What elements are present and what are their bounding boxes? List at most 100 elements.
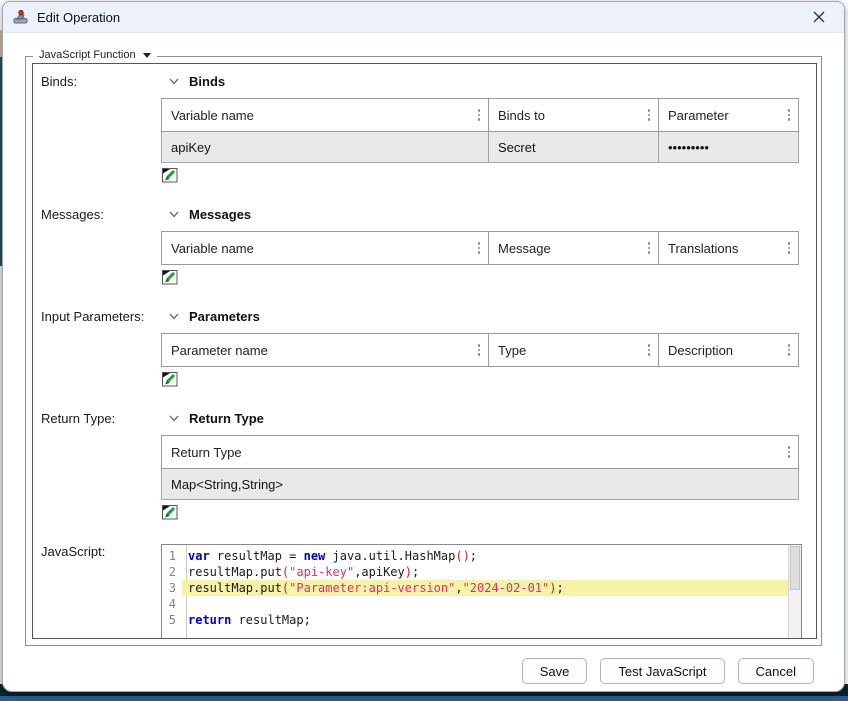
legend-label: JavaScript Function [39,49,136,61]
chevron-down-icon [169,415,179,422]
return-type-section-header[interactable]: Return Type [169,411,816,426]
section-javascript: JavaScript: 1var resultMap = new java.ut… [33,536,816,639]
javascript-function-groupbox: JavaScript Function Binds: Binds Variabl… [25,56,822,646]
table-cell[interactable]: ••••••••• [659,132,799,163]
edit-operation-dialog: Edit Operation JavaScript Function Binds… [2,1,845,692]
code-line[interactable]: 4 [162,596,788,612]
chevron-down-icon [169,78,179,85]
table-cell[interactable]: Secret [489,132,659,163]
column-menu-dots-icon[interactable] [474,342,485,358]
form-panel: Binds: Binds Variable name Binds to Parame… [32,63,817,639]
binds-field-label: Binds: [33,66,161,189]
close-icon [813,11,825,23]
column-header-label: Translations [668,241,738,256]
javascript-code-editor[interactable]: 1var resultMap = new java.util.HashMap()… [161,544,802,639]
column-menu-dots-icon[interactable] [784,107,795,123]
column-header-binds-to[interactable]: Binds to [489,99,659,132]
code-text: resultMap.put("Parameter:api-version","2… [182,580,788,596]
column-header-translations[interactable]: Translations [659,232,799,265]
parameters-section-title: Parameters [189,309,260,324]
background-bottom-blue-bar [0,696,848,701]
parameters-table: Parameter name Type Description [161,333,799,367]
column-header-label: Variable name [171,108,254,123]
binds-section-header[interactable]: Binds [169,74,816,89]
parameters-section-header[interactable]: Parameters [169,309,816,324]
code-line[interactable]: 3resultMap.put("Parameter:api-version","… [162,580,788,596]
edit-table-icon [161,504,179,521]
editor-scrollbar[interactable] [788,545,801,639]
dropdown-triangle-icon[interactable] [143,53,151,58]
table-cell[interactable]: Map<String,String> [162,469,799,500]
section-binds: Binds: Binds Variable name Binds to Parame… [33,66,816,189]
edit-table-icon [161,371,179,388]
line-number: 2 [162,564,182,580]
binds-edit-table-button[interactable] [161,167,179,184]
edit-table-icon [161,269,179,286]
section-parameters: Input Parameters: Parameters Parameter n… [33,301,816,393]
column-header-label: Parameter [668,108,729,123]
column-menu-dots-icon[interactable] [644,240,655,256]
code-text [182,596,788,612]
cancel-button[interactable]: Cancel [738,658,814,684]
code-line[interactable]: 5return resultMap; [162,612,788,628]
editor-scrollbar-thumb[interactable] [790,546,800,590]
return-type-edit-table-button[interactable] [161,504,179,521]
column-menu-dots-icon[interactable] [784,444,795,460]
column-header-parameter[interactable]: Parameter [659,99,799,132]
column-header-parameter-name[interactable]: Parameter name [162,334,489,367]
code-text: resultMap.put("api-key",apiKey); [182,564,788,580]
parameters-field-label: Input Parameters: [33,301,161,393]
messages-table: Variable name Message Translations [161,231,799,265]
chevron-down-icon [169,211,179,218]
chevron-down-icon [169,313,179,320]
edit-table-icon [161,167,179,184]
column-menu-dots-icon[interactable] [784,240,795,256]
save-button[interactable]: Save [522,658,588,684]
column-header-label: Variable name [171,241,254,256]
column-header-description[interactable]: Description [659,334,799,367]
return-type-table: Return Type Map<String,String> [161,435,799,500]
javascript-function-legend[interactable]: JavaScript Function [33,49,157,61]
section-return-type: Return Type: Return Type Return Type Map<… [33,403,816,526]
column-menu-dots-icon[interactable] [644,342,655,358]
messages-section-header[interactable]: Messages [169,207,816,222]
close-button[interactable] [804,5,834,29]
app-icon [13,9,29,25]
messages-edit-table-button[interactable] [161,269,179,286]
column-header-label: Description [668,343,733,358]
binds-table-row: apiKeySecret••••••••• [162,132,799,163]
column-header-type[interactable]: Type [489,334,659,367]
test-javascript-button[interactable]: Test JavaScript [600,658,724,684]
column-menu-dots-icon[interactable] [644,107,655,123]
column-header-label: Binds to [498,108,545,123]
binds-table: Variable name Binds to Parameter apiKeySecr… [161,98,799,163]
dialog-buttons: Save Test JavaScript Cancel [522,658,814,684]
code-text: var resultMap = new java.util.HashMap(); [182,548,788,564]
column-header-label: Return Type [171,445,242,460]
line-number: 4 [162,596,182,612]
column-menu-dots-icon[interactable] [474,107,485,123]
column-header-variable-name[interactable]: Variable name [162,232,489,265]
js-code-lines: 1var resultMap = new java.util.HashMap()… [162,545,801,628]
code-text: return resultMap; [182,612,788,628]
line-number: 5 [162,612,182,628]
table-cell[interactable]: apiKey [162,132,489,163]
column-menu-dots-icon[interactable] [784,342,795,358]
column-menu-dots-icon[interactable] [474,240,485,256]
section-messages: Messages: Messages Variable nameMessageT… [33,199,816,291]
javascript-field-label: JavaScript: [33,536,161,639]
code-line[interactable]: 1var resultMap = new java.util.HashMap()… [162,548,788,564]
column-header-label: Parameter name [171,343,268,358]
line-number: 3 [162,580,182,596]
return-type-section-title: Return Type [189,411,264,426]
column-header-message[interactable]: Message [489,232,659,265]
line-number: 1 [162,548,182,564]
column-header-variable-name[interactable]: Variable name [162,99,489,132]
column-header-return-type[interactable]: Return Type [162,436,799,469]
return-type-field-label: Return Type: [33,403,161,526]
return-type-table-row: Map<String,String> [162,469,799,500]
code-line[interactable]: 2resultMap.put("api-key",apiKey); [162,564,788,580]
column-header-label: Type [498,343,526,358]
parameters-edit-table-button[interactable] [161,371,179,388]
dialog-titlebar[interactable]: Edit Operation [3,2,844,33]
